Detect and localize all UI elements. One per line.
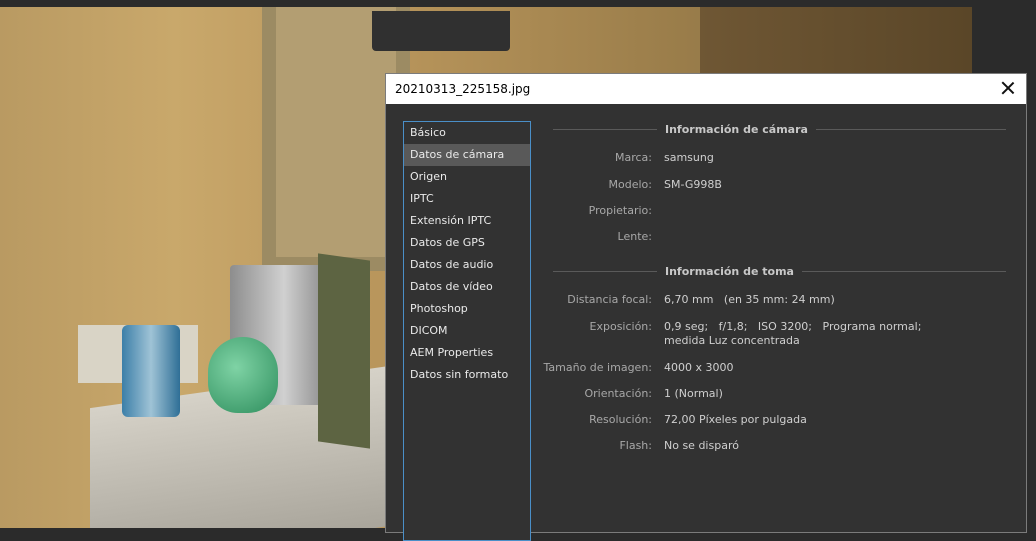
field-value: 0,9 seg; f/1,8; ISO 3200; Programa norma… bbox=[664, 320, 932, 347]
photo-key-hooks bbox=[372, 11, 510, 51]
field-label: Tamaño de imagen: bbox=[543, 361, 652, 374]
dialog-titlebar: 20210313_225158.jpg bbox=[386, 74, 1026, 104]
category-item[interactable]: Básico bbox=[404, 122, 530, 144]
shot-section-title: Información de toma bbox=[665, 264, 794, 278]
category-item[interactable]: Datos sin formato bbox=[404, 364, 530, 386]
field-label: Lente: bbox=[617, 230, 652, 243]
file-info-dialog: 20210313_225158.jpg Básico Datos de cáma… bbox=[385, 73, 1027, 541]
photo-frame bbox=[318, 253, 370, 449]
category-item[interactable]: Datos de GPS bbox=[404, 232, 530, 254]
category-item[interactable]: Origen bbox=[404, 166, 530, 188]
section-divider bbox=[553, 128, 657, 130]
field-label: Orientación: bbox=[584, 387, 652, 400]
photo-spray-bottle bbox=[208, 337, 278, 413]
section-divider bbox=[553, 270, 657, 272]
field-value: 72,00 Píxeles por pulgada bbox=[664, 413, 807, 426]
photo-spray-can bbox=[122, 325, 180, 417]
field-value: 4000 x 3000 bbox=[664, 361, 734, 374]
category-item[interactable]: Photoshop bbox=[404, 298, 530, 320]
close-icon[interactable] bbox=[1000, 80, 1016, 96]
field-label: Distancia focal: bbox=[567, 293, 652, 306]
camera-section-header: Información de cámara bbox=[553, 122, 1006, 136]
field-value: samsung bbox=[664, 151, 714, 164]
category-item[interactable]: Datos de vídeo bbox=[404, 276, 530, 298]
section-divider bbox=[801, 270, 1006, 272]
field-value: No se disparó bbox=[664, 439, 739, 452]
category-item[interactable]: Extensión IPTC bbox=[404, 210, 530, 232]
dialog-title: 20210313_225158.jpg bbox=[395, 82, 531, 96]
shot-section-header: Información de toma bbox=[553, 264, 1006, 278]
camera-section-title: Información de cámara bbox=[665, 122, 808, 136]
field-label: Flash: bbox=[619, 439, 652, 452]
field-label: Marca: bbox=[614, 151, 652, 164]
category-item[interactable]: Datos de audio bbox=[404, 254, 530, 276]
field-value: SM-G998B bbox=[664, 178, 722, 191]
section-divider bbox=[815, 128, 1006, 130]
field-label: Modelo: bbox=[608, 178, 652, 191]
category-item-selected[interactable]: Datos de cámara bbox=[404, 144, 530, 166]
category-item[interactable]: DICOM bbox=[404, 320, 530, 342]
field-label: Resolución: bbox=[589, 413, 652, 426]
category-list[interactable]: Básico Datos de cámara Origen IPTC Exten… bbox=[403, 121, 531, 541]
field-label: Propietario: bbox=[588, 204, 652, 217]
category-item[interactable]: IPTC bbox=[404, 188, 530, 210]
category-item[interactable]: AEM Properties bbox=[404, 342, 530, 364]
field-value: 6,70 mm (en 35 mm: 24 mm) bbox=[664, 293, 835, 306]
field-label: Exposición: bbox=[589, 320, 652, 333]
field-value: 1 (Normal) bbox=[664, 387, 723, 400]
